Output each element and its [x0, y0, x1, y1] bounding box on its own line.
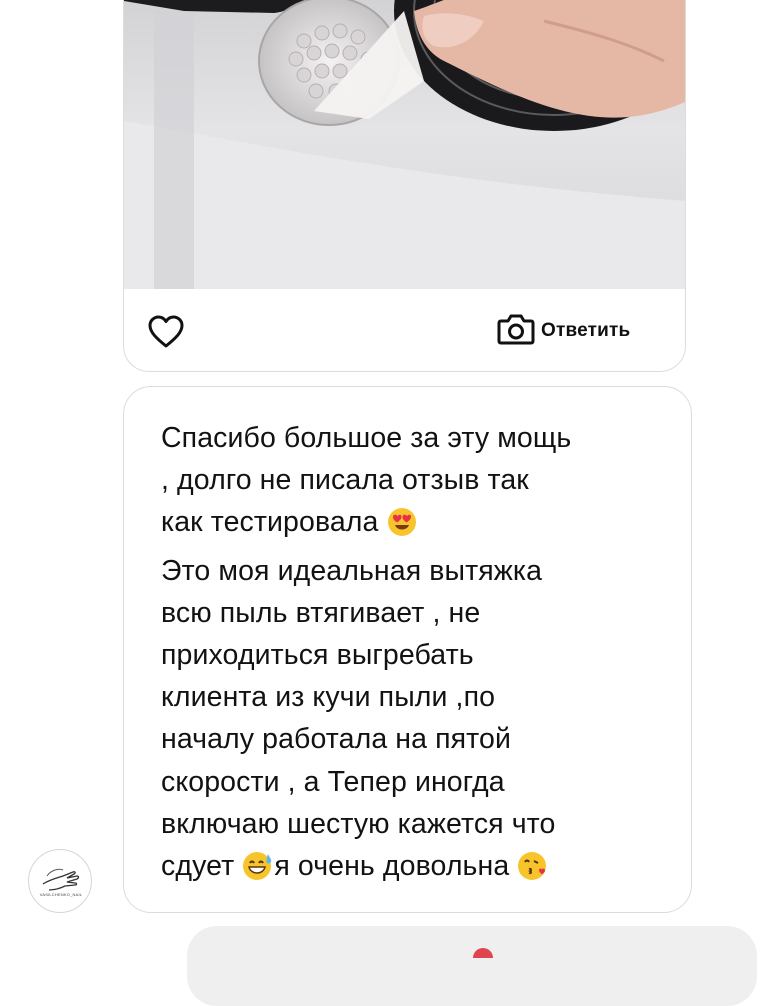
message-text: Спасибо большое за эту мощь , долго не п… [161, 417, 671, 893]
story-reply-card[interactable]: Ответить [123, 0, 686, 372]
message-line: началу работала на пятой [161, 723, 511, 756]
heart-eyes-emoji [387, 507, 417, 549]
sweat-smile-emoji [242, 851, 274, 893]
message-line: приходиться выгребать [161, 639, 474, 672]
next-message-bubble[interactable] [187, 926, 757, 1006]
message-line: я очень довольна [274, 850, 510, 883]
sender-avatar[interactable]: VASILCHENKO_NAIL [28, 849, 92, 913]
story-preview-image[interactable] [124, 0, 685, 289]
message-line: Это моя идеальная вытяжка [161, 554, 543, 587]
heart-emoji-partial [473, 948, 493, 958]
message-line-with-emoji: как тестировала [161, 501, 671, 549]
reply-button-label: Ответить [541, 320, 631, 341]
message-line: , долго не писала отзыв так [161, 464, 529, 497]
message-bubble[interactable]: Спасибо большое за эту мощь , долго не п… [123, 386, 692, 913]
reply-with-camera-button[interactable]: Ответить [497, 313, 631, 350]
message-line: всю пыль втягивает , не [161, 596, 481, 629]
message-line: включаю шестую кажется что [161, 807, 556, 840]
message-line: скорости , а Тепер иногда [161, 765, 505, 798]
message-line: сдует [161, 850, 235, 883]
message-line: Спасибо большое за эту мощь [161, 422, 572, 454]
story-photo-illustration [124, 0, 685, 289]
heart-icon[interactable] [148, 315, 184, 349]
blowing-kiss-emoji [517, 851, 549, 893]
story-actions-bar: Ответить [124, 289, 685, 371]
message-line: клиента из кучи пыли ,по [161, 681, 496, 714]
message-line-with-emoji: сдует я очень довольна [161, 845, 671, 893]
camera-icon [497, 313, 535, 350]
avatar-caption: VASILCHENKO_NAIL [39, 892, 83, 897]
message-line: как тестировала [161, 506, 379, 539]
hand-logo-icon [42, 868, 80, 891]
